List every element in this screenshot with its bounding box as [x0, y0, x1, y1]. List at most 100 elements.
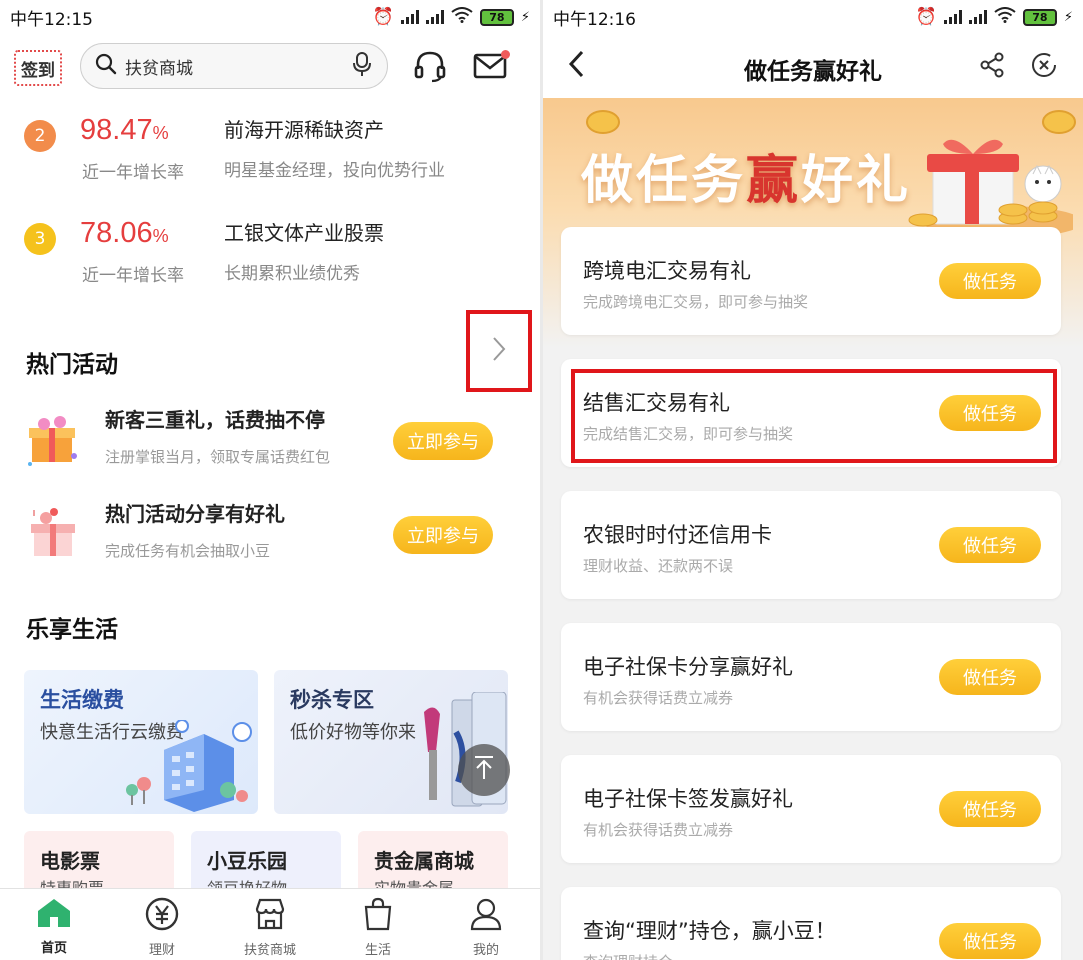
tab-label: 生活 [364, 943, 391, 958]
signal-icon [400, 10, 419, 24]
activity-item[interactable]: 热门活动分享有好礼 完成任务有机会抽取小豆 立即参与 [0, 496, 540, 576]
notification-dot [501, 50, 510, 59]
search-input[interactable]: 扶贫商城 [80, 43, 388, 89]
coin-decoration [586, 110, 620, 134]
charging-icon: ⚡ [1063, 9, 1073, 25]
do-task-button[interactable]: 做任务 [939, 263, 1041, 299]
task-title: 电子社保卡签发赢好礼 [583, 787, 793, 811]
card-title: 生活缴费 [40, 688, 124, 712]
task-card[interactable]: 跨境电汇交易有礼 完成跨境电汇交易，即可参与抽奖 做任务 [561, 227, 1061, 335]
utility-payment-card[interactable]: 生活缴费 快意生活行云缴费 [24, 670, 258, 814]
fund-item[interactable]: 3 78.06% 近一年增长率 工银文体产业股票 长期累积业绩优秀 [0, 217, 540, 301]
signal-icon-2 [425, 10, 444, 24]
bottom-tab-bar: 首页 理财 扶贫商城 生活 我的 [0, 888, 540, 960]
tab-label: 理财 [148, 943, 175, 958]
growth-rate-label: 近一年增长率 [82, 163, 184, 183]
task-desc: 有机会获得话费立减券 [583, 689, 734, 707]
gift-box-image [24, 506, 82, 564]
fund-name: 工银文体产业股票 [224, 221, 384, 245]
task-card[interactable]: 农银时时付还信用卡 理财收益、还款两不误 做任务 [561, 491, 1061, 599]
fund-desc: 明星基金经理，投向优势行业 [224, 161, 445, 181]
tab-label: 首页 [40, 941, 67, 956]
life-section-title: 乐享生活 [26, 617, 118, 643]
task-desc: 理财收益、还款两不误 [583, 557, 734, 575]
tab-me[interactable]: 我的 [432, 889, 540, 960]
tab-life[interactable]: 生活 [324, 889, 432, 960]
battery-icon: 78 [479, 8, 514, 26]
status-time: 中午12:16 [553, 9, 636, 30]
wifi-icon [451, 6, 473, 28]
fund-desc: 长期累积业绩优秀 [224, 264, 360, 284]
activity-desc: 完成任务有机会抽取小豆 [105, 542, 271, 560]
headset-icon[interactable] [412, 48, 448, 84]
status-time: 中午12:15 [10, 9, 93, 30]
task-title: 查询“理财”持仓，赢小豆！ [583, 919, 836, 943]
card-title: 电影票 [40, 849, 100, 873]
join-button[interactable]: 立即参与 [393, 422, 493, 460]
alarm-icon: ⏰ [915, 7, 937, 27]
tab-label: 我的 [472, 943, 499, 958]
card-title: 小豆乐园 [207, 849, 287, 873]
activity-desc: 注册掌银当月，领取专属话费红包 [105, 448, 331, 466]
store-icon [253, 897, 287, 935]
close-icon[interactable] [1031, 52, 1057, 78]
back-to-top-button[interactable] [458, 744, 510, 796]
highlight-box [571, 369, 1057, 463]
activity-title: 新客三重礼，话费抽不停 [105, 408, 325, 432]
do-task-button[interactable]: 做任务 [939, 527, 1041, 563]
chevron-right-icon [491, 335, 507, 367]
join-button[interactable]: 立即参与 [393, 516, 493, 554]
tab-home[interactable]: 首页 [0, 889, 108, 960]
hot-activities-title: 热门活动 [26, 352, 118, 378]
do-task-button[interactable]: 做任务 [939, 791, 1041, 827]
task-desc: 有机会获得话费立减券 [583, 821, 734, 839]
task-title: 农银时时付还信用卡 [583, 523, 772, 547]
signin-button[interactable]: 签到 [14, 50, 62, 86]
share-icon[interactable] [979, 52, 1005, 78]
rank-badge: 2 [24, 120, 56, 152]
fund-item[interactable]: 2 98.47% 近一年增长率 前海开源稀缺资产 明星基金经理，投向优势行业 [0, 114, 540, 198]
gift-coins-illustration [908, 139, 1073, 238]
wifi-icon [994, 6, 1016, 28]
search-text: 扶贫商城 [125, 58, 193, 79]
alarm-icon: ⏰ [372, 7, 394, 27]
tab-label: 扶贫商城 [243, 943, 296, 958]
growth-rate-label: 近一年增长率 [82, 266, 184, 286]
do-task-button[interactable]: 做任务 [939, 923, 1041, 959]
right-screen: 中午12:16 ⏰ 78 ⚡ 做任务赢好礼 做任务赢好礼 跨境电汇交易有礼 完成… [543, 0, 1083, 960]
signal-icon [943, 10, 962, 24]
task-card[interactable]: 电子社保卡分享赢好礼 有机会获得话费立减券 做任务 [561, 623, 1061, 731]
microphone-icon[interactable] [351, 51, 373, 81]
top-bar: 签到 扶贫商城 [0, 40, 540, 94]
task-card[interactable]: 查询“理财”持仓，赢小豆！ 查询理财持仓 做任务 [561, 887, 1061, 960]
more-activities-button[interactable] [466, 310, 532, 392]
activity-item[interactable]: 新客三重礼，话费抽不停 注册掌银当月，领取专属话费红包 立即参与 [0, 402, 540, 482]
tab-mall[interactable]: 扶贫商城 [216, 889, 324, 960]
card-title: 贵金属商城 [374, 849, 474, 873]
nav-bar: 做任务赢好礼 [543, 34, 1083, 98]
signal-icon-2 [968, 10, 987, 24]
do-task-button[interactable]: 做任务 [939, 659, 1041, 695]
activity-title: 热门活动分享有好礼 [105, 502, 285, 526]
banner-title: 做任务赢好礼 [581, 151, 912, 211]
home-icon [36, 897, 72, 933]
task-title: 跨境电汇交易有礼 [583, 259, 751, 283]
card-sub: 低价好物等你来 [290, 722, 416, 743]
fund-name: 前海开源稀缺资产 [224, 118, 384, 142]
growth-rate: 78.06% [80, 217, 169, 249]
tab-wealth[interactable]: 理财 [108, 889, 216, 960]
yen-coin-icon [145, 897, 179, 935]
arrow-up-icon [472, 755, 496, 785]
status-bar: 中午12:16 ⏰ 78 ⚡ [543, 0, 1083, 34]
mail-icon[interactable] [472, 48, 510, 84]
charging-icon: ⚡ [520, 9, 530, 25]
shopping-bag-icon [361, 897, 395, 935]
card-title: 秒杀专区 [290, 688, 374, 712]
building-illustration [126, 720, 252, 812]
task-title: 电子社保卡分享赢好礼 [583, 655, 793, 679]
gift-box-image [24, 412, 82, 470]
status-bar: 中午12:15 ⏰ 78 ⚡ [0, 0, 540, 34]
task-card[interactable]: 电子社保卡签发赢好礼 有机会获得话费立减券 做任务 [561, 755, 1061, 863]
rank-badge: 3 [24, 223, 56, 255]
search-icon [95, 53, 117, 79]
